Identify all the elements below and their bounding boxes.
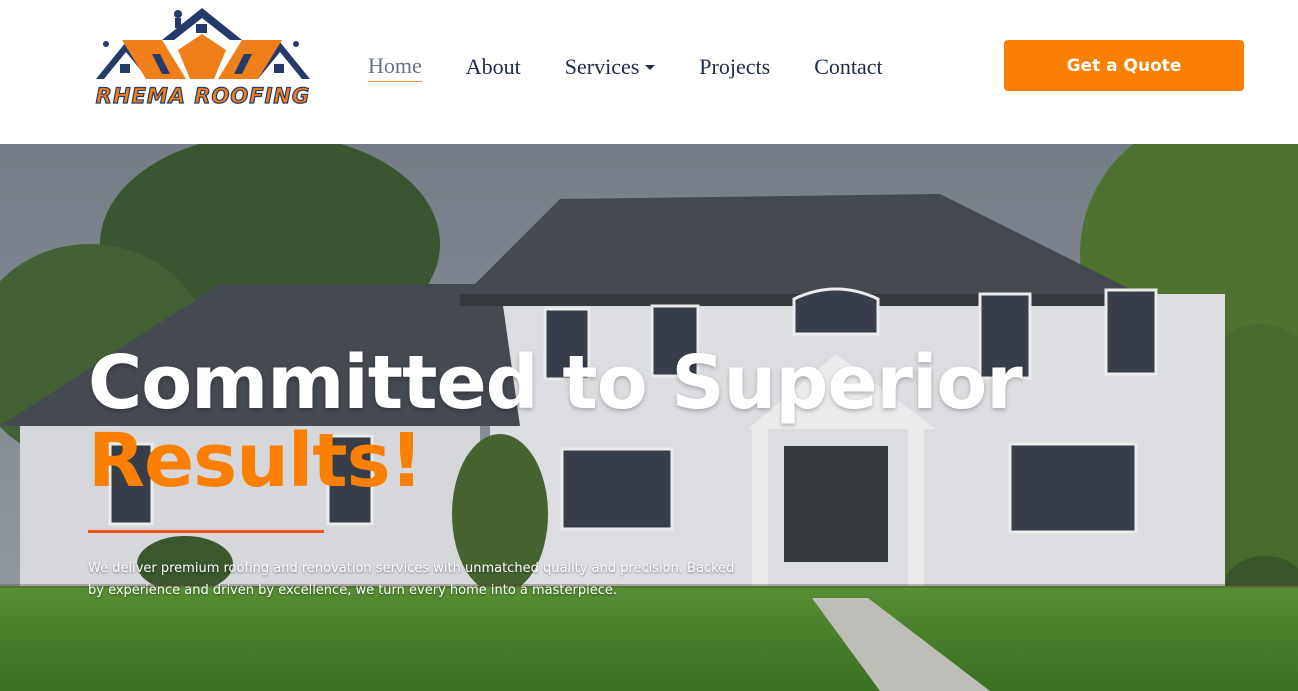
- chevron-down-icon: [645, 64, 656, 70]
- logo-graphic: [96, 8, 310, 79]
- nav-item-label: Home: [368, 52, 422, 78]
- hero-divider: [88, 530, 324, 533]
- hero-section: Committed to Superior Results! We delive…: [0, 144, 1298, 691]
- brand-logo[interactable]: RHEMA ROOFING: [92, 4, 314, 112]
- nav-item-projects[interactable]: Projects: [699, 54, 770, 80]
- nav-item-home[interactable]: Home: [368, 53, 422, 82]
- brand-name: RHEMA ROOFING: [95, 83, 311, 108]
- nav-item-label: Projects: [699, 54, 771, 79]
- nav-item-label: Contact: [814, 54, 883, 79]
- hero-description: We deliver premium roofing and renovatio…: [88, 561, 735, 598]
- get-a-quote-button[interactable]: Get a Quote: [1004, 40, 1244, 91]
- nav-item-services[interactable]: Services: [565, 54, 656, 80]
- nav-item-about[interactable]: About: [466, 54, 521, 80]
- nav-item-contact[interactable]: Contact: [814, 54, 882, 80]
- hero-title-accent: Results!: [88, 418, 423, 504]
- hero-title: Committed to Superior: [88, 340, 1023, 426]
- site-header: RHEMA ROOFING Home About Services Projec…: [0, 0, 1298, 144]
- nav-item-label: Services: [564, 54, 640, 79]
- main-nav: Home About Services Projects Contact: [368, 50, 927, 84]
- nav-item-label: About: [465, 54, 521, 79]
